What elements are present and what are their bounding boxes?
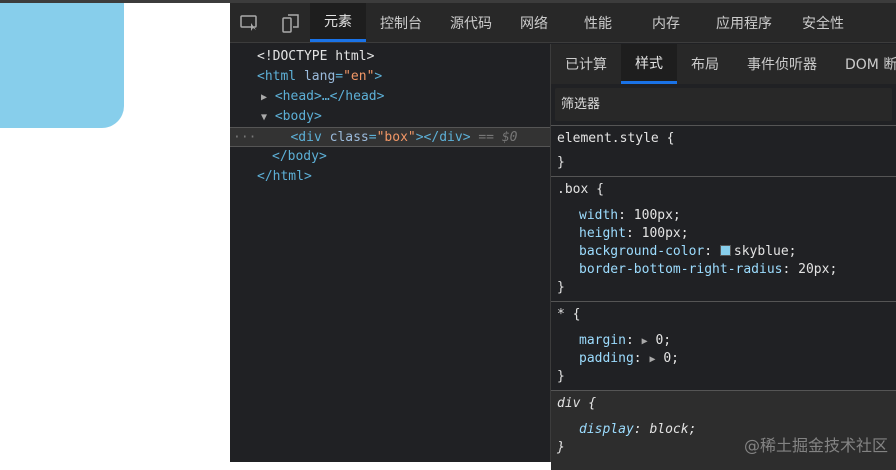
skyblue-box <box>0 3 124 128</box>
inspect-element-icon[interactable] <box>230 3 270 42</box>
tab-memory[interactable]: 内存 <box>634 3 698 42</box>
body-node[interactable]: ▼ <body> <box>230 107 550 127</box>
attr-value: "box" <box>376 130 416 145</box>
prop-value: block; <box>649 422 697 437</box>
attr-name: lang <box>303 69 336 84</box>
filter-input[interactable]: 筛选器 <box>555 88 892 121</box>
rule-box: .box { width: 100px; height: 100px; back… <box>551 176 896 301</box>
brace: } <box>557 155 565 170</box>
html-node[interactable]: <html lang="en"> <box>230 67 550 87</box>
node-ref: == $0 <box>478 130 518 145</box>
tab-console[interactable]: 控制台 <box>366 3 436 42</box>
collapse-triangle-icon[interactable]: ▼ <box>261 112 267 123</box>
prop-name[interactable]: border-bottom-right-radius <box>579 262 783 277</box>
rule-element-style: element.style { } <box>551 125 896 176</box>
selector: div { <box>557 396 597 411</box>
attr-name: class <box>329 130 369 145</box>
tab-styles[interactable]: 样式 <box>621 44 677 84</box>
styles-pane: 已计算 样式 布局 事件侦听器 DOM 断 筛选器 element.style … <box>550 44 896 470</box>
tab-layout[interactable]: 布局 <box>677 44 733 84</box>
prop-value[interactable]: skyblue; <box>734 244 797 259</box>
tab-elements[interactable]: 元素 <box>310 3 366 42</box>
prop-value[interactable]: 20px; <box>798 262 837 277</box>
tab-event-listeners[interactable]: 事件侦听器 <box>733 44 831 84</box>
prop-value[interactable]: 100px; <box>642 226 689 241</box>
styles-tabs: 已计算 样式 布局 事件侦听器 DOM 断 <box>551 44 896 84</box>
expand-triangle-icon[interactable]: ▶ <box>261 92 267 103</box>
body-close[interactable]: </body> <box>230 147 550 167</box>
head-text: <head>…</head> <box>274 89 385 104</box>
tab-computed[interactable]: 已计算 <box>551 44 621 84</box>
tab-application[interactable]: 应用程序 <box>698 3 790 42</box>
brace: } <box>557 280 565 295</box>
prop-name[interactable]: padding <box>579 351 634 366</box>
doctype-node[interactable]: <!DOCTYPE html> <box>230 47 550 67</box>
prop-name[interactable]: background-color <box>579 244 704 259</box>
prop-name[interactable]: width <box>579 208 618 223</box>
div-close: ></div> <box>415 130 471 145</box>
tab-network[interactable]: 网络 <box>506 3 562 42</box>
tab-performance[interactable]: 性能 <box>562 3 634 42</box>
prop-name: display <box>579 422 634 437</box>
elements-tree: <!DOCTYPE html> <html lang="en"> ▶ <head… <box>230 44 550 462</box>
watermark: @稀土掘金技术社区 <box>743 436 888 455</box>
div-node-selected[interactable]: ··· <div class="box"></div> == $0 <box>230 127 550 147</box>
prop-value[interactable]: 100px; <box>634 208 681 223</box>
body-text: <body> <box>274 109 322 124</box>
html-close-node[interactable]: </html> <box>230 167 550 187</box>
expand-triangle-icon[interactable]: ▶ <box>642 336 648 347</box>
rule-user-agent-div: div { display: block; } <box>551 390 896 470</box>
devtools: 元素 控制台 源代码 网络 性能 内存 应用程序 安全性 <!DOCTYPE h… <box>230 3 896 470</box>
html-close: > <box>374 69 383 84</box>
tab-dom-breakpoints[interactable]: DOM 断 <box>831 44 896 84</box>
head-node[interactable]: ▶ <head>…</head> <box>230 87 550 107</box>
brace: } <box>557 369 565 384</box>
expand-triangle-icon[interactable]: ▶ <box>649 354 655 365</box>
tab-sources[interactable]: 源代码 <box>436 3 506 42</box>
prop-name[interactable]: margin <box>579 333 626 348</box>
selector[interactable]: element.style { <box>557 130 890 148</box>
prop-value[interactable]: 0; <box>655 333 671 348</box>
div-open: <div <box>290 130 330 145</box>
prop-name[interactable]: height <box>579 226 626 241</box>
attr-value: "en" <box>343 69 375 84</box>
tab-security[interactable]: 安全性 <box>790 3 856 42</box>
doctype-text: <!DOCTYPE html> <box>257 49 375 64</box>
html-open: <html <box>257 69 304 84</box>
selector[interactable]: .box { <box>557 181 890 199</box>
selector[interactable]: * { <box>557 306 890 324</box>
rule-universal: * { margin: ▶ 0; padding: ▶ 0; } <box>551 301 896 390</box>
color-swatch[interactable] <box>719 245 731 256</box>
device-toolbar-icon[interactable] <box>270 3 310 42</box>
prop-value[interactable]: 0; <box>663 351 679 366</box>
more-dots-icon[interactable]: ··· <box>230 130 256 145</box>
devtools-toolbar: 元素 控制台 源代码 网络 性能 内存 应用程序 安全性 <box>230 3 896 43</box>
